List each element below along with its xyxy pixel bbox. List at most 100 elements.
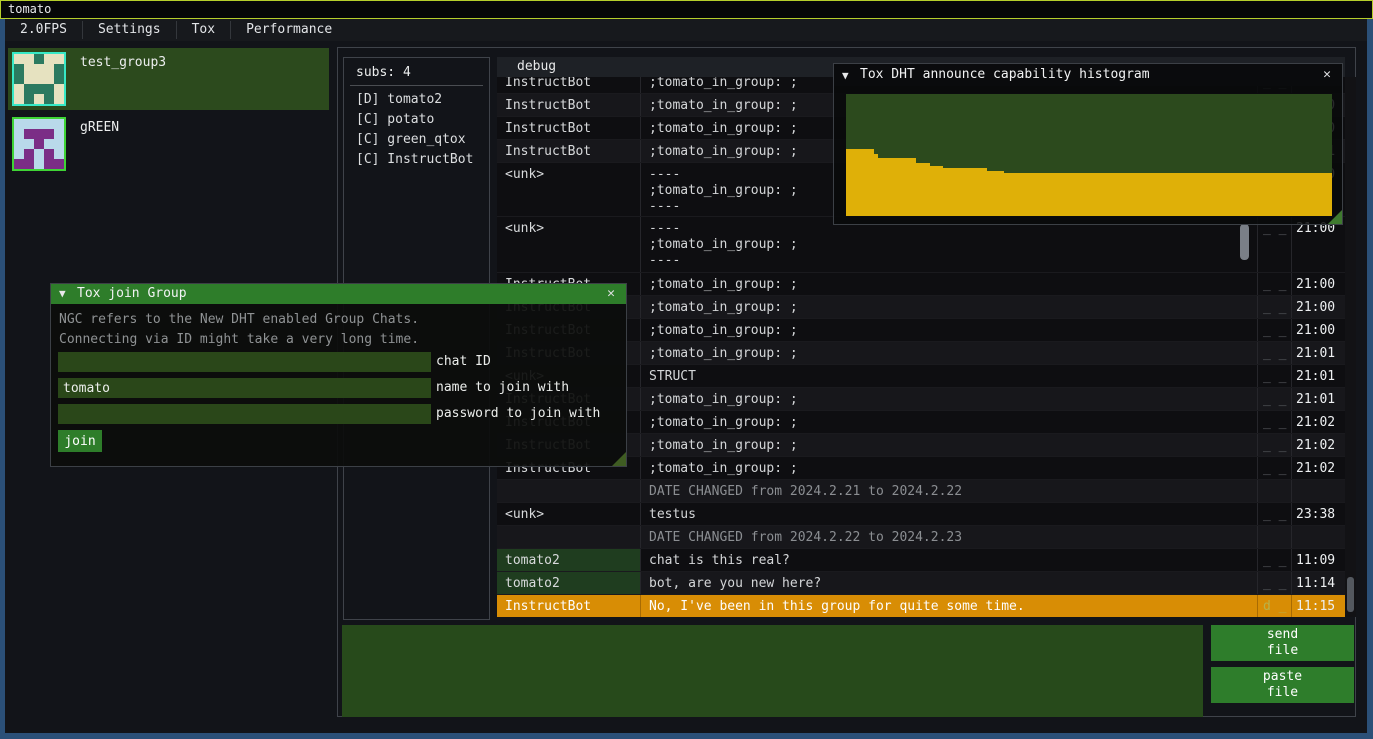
- message-status: _ _: [1257, 411, 1291, 433]
- message-timestamp: 21:00: [1291, 273, 1345, 295]
- avatar-pixel: [44, 159, 54, 169]
- message-text: ;tomato_in_group: ;: [640, 342, 1257, 364]
- subs-member[interactable]: [C] potato: [344, 110, 489, 130]
- message-status: _ _: [1257, 503, 1291, 525]
- avatar-pixel: [14, 64, 24, 74]
- message-author: InstructBot: [497, 94, 640, 116]
- join-name-label: name to join with: [436, 378, 569, 398]
- collapse-triangle-icon[interactable]: ▼: [59, 284, 66, 304]
- avatar-pixel: [34, 54, 44, 64]
- avatar-pixel: [44, 94, 54, 104]
- menu-bar: 2.0FPSSettingsToxPerformance: [5, 19, 1367, 41]
- avatar-pixel: [34, 139, 44, 149]
- chat-message-row[interactable]: InstructBotNo, I've been in this group f…: [497, 594, 1345, 617]
- avatar-pixel: [54, 74, 64, 84]
- avatar-pixel: [14, 84, 24, 94]
- message-text: ;tomato_in_group: ;: [640, 296, 1257, 318]
- chat-message-row[interactable]: tomato2bot, are you new here?_ _11:14: [497, 571, 1345, 594]
- chat-scrollbar-track[interactable]: [1345, 77, 1356, 617]
- menu-item-performance[interactable]: Performance: [231, 19, 347, 41]
- subs-member[interactable]: [C] InstructBot: [344, 150, 489, 170]
- message-timestamp: 21:01: [1291, 365, 1345, 387]
- message-status: [1257, 480, 1291, 502]
- join-name-input[interactable]: [58, 378, 431, 398]
- message-text: STRUCT: [640, 365, 1257, 387]
- avatar-pixel: [34, 84, 44, 94]
- avatar-pixel: [24, 74, 34, 84]
- join-button[interactable]: join: [58, 430, 102, 452]
- close-icon[interactable]: ✕: [602, 284, 620, 304]
- subs-member[interactable]: [C] green_qtox: [344, 130, 489, 150]
- message-input[interactable]: [342, 625, 1203, 717]
- paste-file-button[interactable]: paste file: [1211, 667, 1354, 703]
- menu-item-tox[interactable]: Tox: [177, 19, 230, 41]
- chat-id-input[interactable]: [58, 352, 431, 372]
- message-timestamp: 21:02: [1291, 411, 1345, 433]
- avatar-pixel: [24, 54, 34, 64]
- avatar-pixel: [34, 64, 44, 74]
- join-group-titlebar[interactable]: ▼ Tox join Group ✕: [51, 284, 626, 304]
- avatar-pixel: [34, 129, 44, 139]
- message-text: DATE CHANGED from 2024.2.22 to 2024.2.23: [640, 526, 1257, 548]
- message-timestamp: 11:15: [1291, 595, 1345, 617]
- join-password-input[interactable]: [58, 404, 431, 424]
- avatar-pixel: [54, 159, 64, 169]
- message-author: InstructBot: [497, 595, 640, 617]
- date-changed-row[interactable]: DATE CHANGED from 2024.2.22 to 2024.2.23: [497, 525, 1345, 548]
- avatar-pixel: [24, 139, 34, 149]
- message-status: _ _: [1257, 342, 1291, 364]
- avatar-pixel: [54, 149, 64, 159]
- avatar-pixel: [44, 139, 54, 149]
- message-timestamp: [1291, 526, 1345, 548]
- histogram-plot: [846, 94, 1332, 216]
- message-text: DATE CHANGED from 2024.2.21 to 2024.2.22: [640, 480, 1257, 502]
- subs-member[interactable]: [D] tomato2: [344, 90, 489, 110]
- message-cell-scrollbar-thumb[interactable]: [1240, 224, 1249, 260]
- message-status: _ _: [1257, 549, 1291, 571]
- avatar-pixel: [54, 94, 64, 104]
- histogram-area-series: [846, 94, 1332, 216]
- resize-grip-icon[interactable]: [1328, 210, 1342, 224]
- message-timestamp: 21:02: [1291, 457, 1345, 479]
- menu-item-2.0fps[interactable]: 2.0FPS: [5, 19, 82, 41]
- message-status: _ _: [1257, 365, 1291, 387]
- message-status: _ _: [1257, 388, 1291, 410]
- message-text: ;tomato_in_group: ;: [640, 457, 1257, 479]
- message-timestamp: 11:14: [1291, 572, 1345, 594]
- chat-scrollbar-thumb[interactable]: [1347, 577, 1354, 612]
- message-author: <unk>: [497, 503, 640, 525]
- chat-message-row[interactable]: tomato2chat is this real?_ _11:09: [497, 548, 1345, 571]
- join-group-window: ▼ Tox join Group ✕ NGC refers to the New…: [50, 283, 627, 467]
- message-text: ;tomato_in_group: ;: [640, 411, 1257, 433]
- message-author: tomato2: [497, 549, 640, 571]
- collapse-triangle-icon[interactable]: ▼: [842, 65, 849, 87]
- avatar-pixel: [54, 84, 64, 94]
- join-desc-line1: NGC refers to the New DHT enabled Group …: [59, 312, 419, 327]
- avatar-pixel: [44, 84, 54, 94]
- avatar-pixel: [54, 139, 64, 149]
- message-text: bot, are you new here?: [640, 572, 1257, 594]
- message-status: _ _: [1257, 572, 1291, 594]
- message-text: ---- ;tomato_in_group: ; ----: [640, 217, 1257, 272]
- avatar-pixel: [14, 119, 24, 129]
- sidebar-group-gREEN[interactable]: gREEN: [8, 113, 329, 175]
- avatar-pixel: [34, 74, 44, 84]
- close-icon[interactable]: ✕: [1318, 65, 1336, 85]
- histogram-titlebar[interactable]: ▼ Tox DHT announce capability histogram …: [834, 64, 1342, 86]
- chat-message-row[interactable]: <unk>testus_ _23:38: [497, 502, 1345, 525]
- date-changed-row[interactable]: DATE CHANGED from 2024.2.21 to 2024.2.22: [497, 479, 1345, 502]
- resize-grip-icon[interactable]: [612, 452, 626, 466]
- message-status: d _: [1257, 595, 1291, 617]
- window-titlebar[interactable]: tomato: [0, 0, 1373, 19]
- send-file-button[interactable]: send file: [1211, 625, 1354, 661]
- menu-item-settings[interactable]: Settings: [83, 19, 176, 41]
- sidebar-group-test_group3[interactable]: test_group3: [8, 48, 329, 110]
- message-author: tomato2: [497, 572, 640, 594]
- message-text: ;tomato_in_group: ;: [640, 273, 1257, 295]
- avatar-pixel: [44, 149, 54, 159]
- group-avatar: [12, 52, 66, 106]
- message-status: _ _: [1257, 457, 1291, 479]
- message-author: <unk>: [497, 163, 640, 216]
- avatar-pixel: [14, 94, 24, 104]
- join-group-title: Tox join Group: [77, 286, 187, 301]
